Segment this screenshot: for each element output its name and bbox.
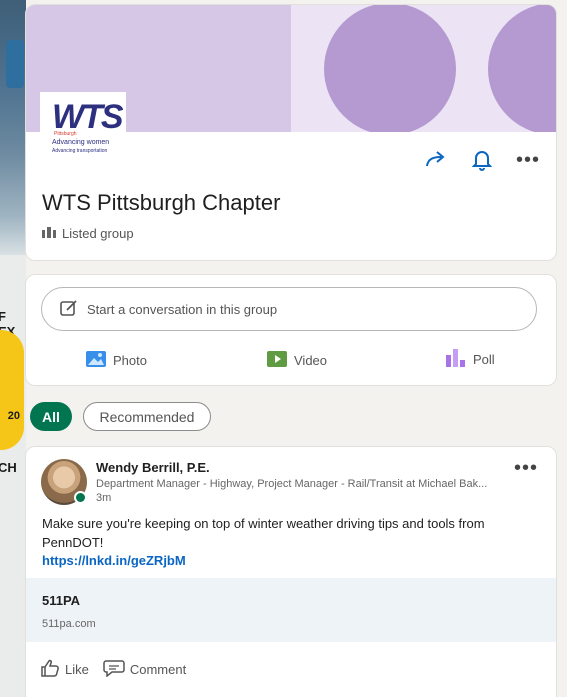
photo-icon <box>86 351 106 370</box>
post-author[interactable]: Wendy Berrill, P.E. <box>96 460 210 475</box>
background-image <box>0 0 26 255</box>
start-conversation-input[interactable]: Start a conversation in this group <box>41 287 537 331</box>
composer-card: Start a conversation in this group Photo… <box>26 275 556 385</box>
post-more-icon[interactable]: ••• <box>514 457 538 480</box>
link-preview-domain: 511pa.com <box>42 618 96 630</box>
post-author-subtitle: Department Manager - Highway, Project Ma… <box>96 478 488 490</box>
filter-all[interactable]: All <box>30 402 72 431</box>
link-preview-title: 511PA <box>42 593 81 608</box>
link-preview[interactable]: 511PA 511pa.com <box>26 578 556 642</box>
post-card: Wendy Berrill, P.E. Department Manager -… <box>26 447 556 697</box>
online-status-icon <box>74 491 87 504</box>
like-button[interactable]: Like <box>40 659 89 680</box>
post-body: Make sure you're keeping on top of winte… <box>42 516 485 550</box>
group-type: Listed group <box>42 226 134 241</box>
group-logo[interactable]: WTS Pittsburgh Advancing women Advancing… <box>40 92 126 162</box>
poll-icon <box>446 349 466 370</box>
post-link[interactable]: https://lnkd.in/geZRjbM <box>42 553 186 568</box>
background-badge: 20 <box>0 330 24 450</box>
poll-button[interactable]: Poll <box>446 349 495 370</box>
group-title: WTS Pittsburgh Chapter <box>42 190 281 215</box>
compose-icon <box>60 299 78 320</box>
comment-button[interactable]: Comment <box>103 659 186 680</box>
photo-button[interactable]: Photo <box>86 351 147 370</box>
background-left: F EX 20 CH <box>0 0 26 697</box>
filter-recommended[interactable]: Recommended <box>83 402 211 431</box>
post-time: 3m <box>96 492 112 504</box>
comment-icon <box>103 659 125 680</box>
bell-icon[interactable] <box>470 148 494 172</box>
video-button[interactable]: Video <box>267 351 327 370</box>
group-header-card: WTS Pittsburgh Advancing women Advancing… <box>26 5 556 260</box>
like-icon <box>40 659 60 680</box>
share-icon[interactable] <box>424 148 448 172</box>
group-type-icon <box>42 226 56 241</box>
video-icon <box>267 351 287 370</box>
background-text: CH <box>0 460 17 475</box>
more-options-icon[interactable]: ••• <box>516 148 540 172</box>
